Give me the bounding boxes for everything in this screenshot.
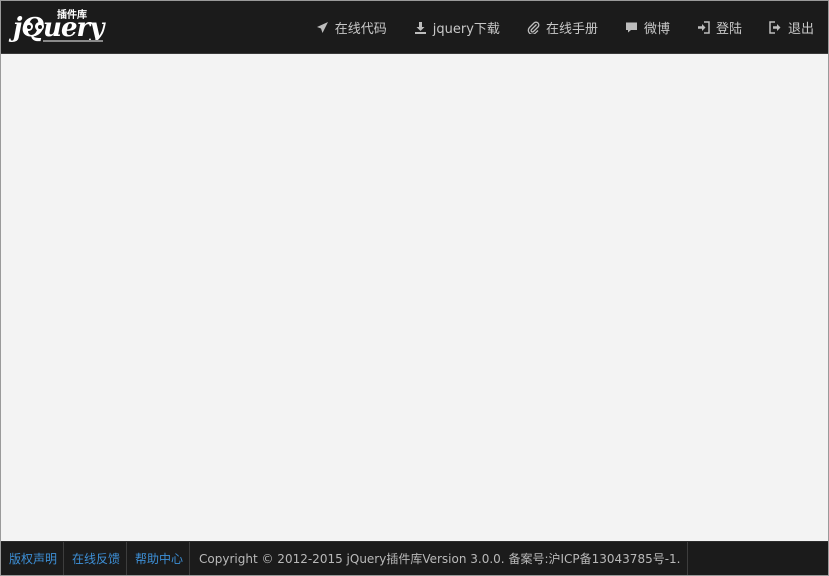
nav-logout[interactable]: 退出 — [769, 18, 814, 37]
top-navbar: jQuery 插件库 在线代码 jquery下载 在线手册 微博 登陆 退出 — [1, 1, 828, 54]
download-icon — [414, 20, 428, 34]
nav-jquery-download[interactable]: jquery下载 — [414, 18, 500, 37]
nav-label: 在线代码 — [334, 21, 387, 37]
nav-login[interactable]: 登陆 — [697, 18, 742, 37]
footer-copyright-text: Copyright © 2012-2015 jQuery插件库Version 3… — [190, 542, 688, 575]
nav-label: 登陆 — [715, 21, 742, 37]
app-window: jQuery 插件库 在线代码 jquery下载 在线手册 微博 登陆 退出 版… — [0, 0, 829, 576]
nav-label: 微博 — [643, 21, 670, 37]
logo-tagline-rule — [43, 40, 103, 42]
footer-link-help-center[interactable]: 帮助中心 — [127, 542, 191, 575]
logout-icon — [769, 20, 783, 34]
site-logo[interactable]: jQuery 插件库 — [13, 9, 108, 47]
nav-label: jquery下载 — [432, 21, 500, 37]
footer-link-feedback[interactable]: 在线反馈 — [64, 542, 128, 575]
paperclip-icon — [527, 20, 541, 34]
nav-online-manual[interactable]: 在线手册 — [527, 18, 598, 37]
main-content-area — [1, 54, 828, 542]
nav-online-code[interactable]: 在线代码 — [316, 18, 387, 37]
footer-bar: 版权声明 在线反馈 帮助中心 Copyright © 2012-2015 jQu… — [1, 541, 828, 575]
login-icon — [697, 20, 711, 34]
logo-eyes-icon — [24, 22, 46, 36]
logo-badge: 插件库 — [57, 10, 87, 21]
nav-label: 退出 — [787, 21, 814, 37]
main-nav: 在线代码 jquery下载 在线手册 微博 登陆 退出 — [289, 1, 814, 53]
nav-weibo[interactable]: 微博 — [625, 18, 670, 37]
footer-link-copyright-notice[interactable]: 版权声明 — [1, 542, 65, 575]
nav-label: 在线手册 — [545, 21, 598, 37]
send-icon — [316, 20, 330, 34]
comment-icon — [625, 20, 639, 34]
